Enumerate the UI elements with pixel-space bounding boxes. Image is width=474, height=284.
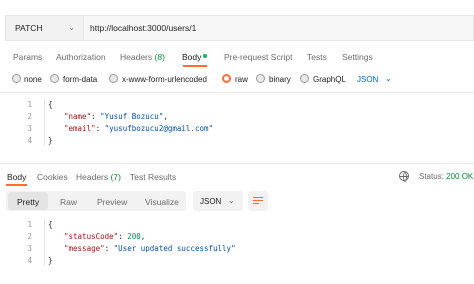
chevron-down-icon: ⌄ [385, 74, 392, 83]
response-tab-headers[interactable]: Headers (7) [76, 172, 121, 182]
line-number: 2 [27, 232, 32, 241]
json-value: "User updated successfully" [113, 244, 236, 253]
code-line: } [48, 256, 53, 265]
status-value: 200 OK [446, 172, 474, 181]
radio-raw-label: raw [235, 75, 248, 84]
json-key: "statusCode" [64, 232, 119, 241]
divider [0, 92, 474, 93]
raw-button[interactable]: Raw [60, 197, 77, 207]
tab-headers-label: Headers [120, 52, 153, 62]
tab-settings[interactable]: Settings [342, 52, 373, 62]
line-number: 4 [27, 136, 32, 145]
code-line: "email": "yusufbozucu2@gmail.com" [64, 124, 214, 133]
globe-icon[interactable] [399, 171, 409, 182]
code-line: } [48, 136, 53, 145]
response-tab-headers-label: Headers [76, 172, 109, 182]
tab-pre-request-script[interactable]: Pre-request Script [224, 52, 293, 62]
line-number: 3 [27, 124, 32, 133]
response-tab-body[interactable]: Body [7, 172, 26, 182]
code-line: "name": "Yusuf Bozucu", [64, 112, 168, 121]
tab-body-label: Body [182, 52, 202, 62]
preview-button[interactable]: Preview [97, 197, 127, 207]
tab-headers[interactable]: Headers (8) [120, 52, 165, 62]
url-input[interactable]: http://localhost:3000/users/1 [83, 15, 474, 41]
line-number: 1 [27, 220, 32, 229]
response-format-label: JSON [200, 197, 222, 206]
code-line: { [48, 220, 53, 229]
tab-headers-count: (8) [154, 52, 165, 62]
radio-none-label: none [24, 75, 42, 84]
json-value: "Yusuf Bozucu" [100, 112, 164, 121]
tab-authorization[interactable]: Authorization [56, 52, 106, 62]
gutter-border [44, 98, 45, 146]
method-label: PATCH [15, 23, 43, 33]
radio-urlencoded[interactable] [109, 74, 118, 83]
radio-graphql-label: GraphQL [313, 75, 346, 84]
wrap-lines-icon [253, 197, 263, 205]
active-dot-icon [203, 54, 208, 58]
visualize-button[interactable]: Visualize [145, 197, 179, 207]
body-format-select[interactable]: JSON [357, 75, 378, 84]
radio-urlencoded-label: x-www-form-urlencoded [122, 75, 207, 84]
method-select[interactable]: PATCH ⌄ [5, 15, 83, 41]
pretty-button[interactable]: Pretty [17, 197, 39, 207]
radio-none[interactable] [12, 74, 21, 83]
response-tab-headers-count: (7) [110, 172, 121, 182]
response-tab-test-results[interactable]: Test Results [130, 172, 176, 182]
code-line: { [48, 100, 53, 109]
json-value: 200 [127, 232, 141, 241]
radio-raw[interactable] [222, 74, 231, 83]
chevron-down-icon: ⌄ [228, 196, 235, 205]
url-text: http://localhost:3000/users/1 [90, 23, 197, 33]
radio-form-data-label: form-data [63, 75, 98, 84]
active-tab-indicator [183, 65, 207, 67]
radio-binary[interactable] [256, 74, 265, 83]
divider [0, 163, 474, 164]
code-line: "statusCode": 200, [64, 232, 146, 241]
radio-binary-label: binary [269, 75, 291, 84]
active-tab-indicator [6, 184, 27, 186]
code-line: "message": "User updated successfully" [64, 244, 236, 253]
gutter-border [44, 218, 45, 266]
json-value: "yusufbozucu2@gmail.com" [104, 124, 214, 133]
tab-tests[interactable]: Tests [307, 52, 327, 62]
line-number: 1 [27, 100, 32, 109]
line-number: 3 [27, 244, 32, 253]
tab-body[interactable]: Body [182, 52, 208, 62]
tab-params[interactable]: Params [13, 52, 42, 62]
json-key: "message" [64, 244, 105, 253]
radio-graphql[interactable] [300, 74, 309, 83]
line-number: 2 [27, 112, 32, 121]
response-tab-cookies[interactable]: Cookies [37, 172, 68, 182]
json-key: "email" [64, 124, 96, 133]
status-label: Status: [419, 172, 444, 181]
chevron-down-icon: ⌄ [68, 23, 75, 32]
json-key: "name" [64, 112, 92, 121]
radio-form-data[interactable] [50, 74, 59, 83]
line-number: 4 [27, 256, 32, 265]
response-status: Status: 200 OK [419, 172, 473, 181]
